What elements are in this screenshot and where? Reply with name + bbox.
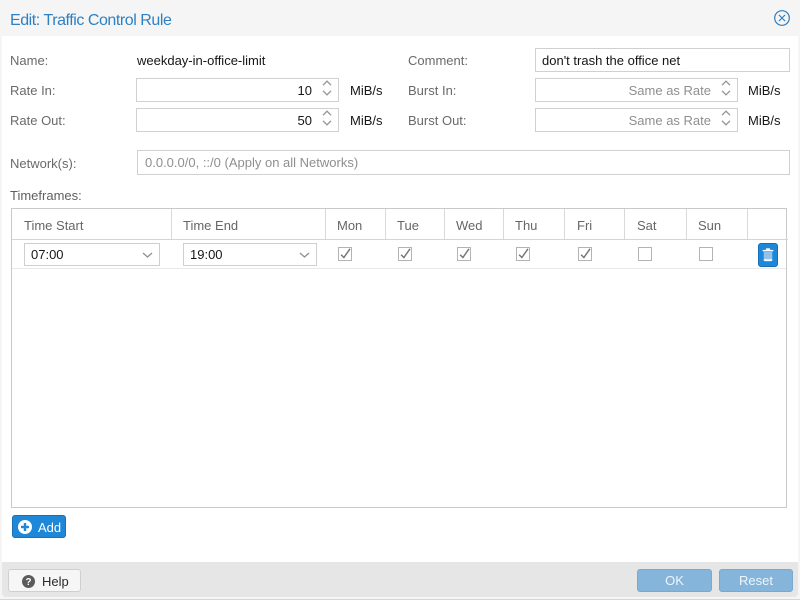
svg-text:?: ? xyxy=(26,577,32,588)
